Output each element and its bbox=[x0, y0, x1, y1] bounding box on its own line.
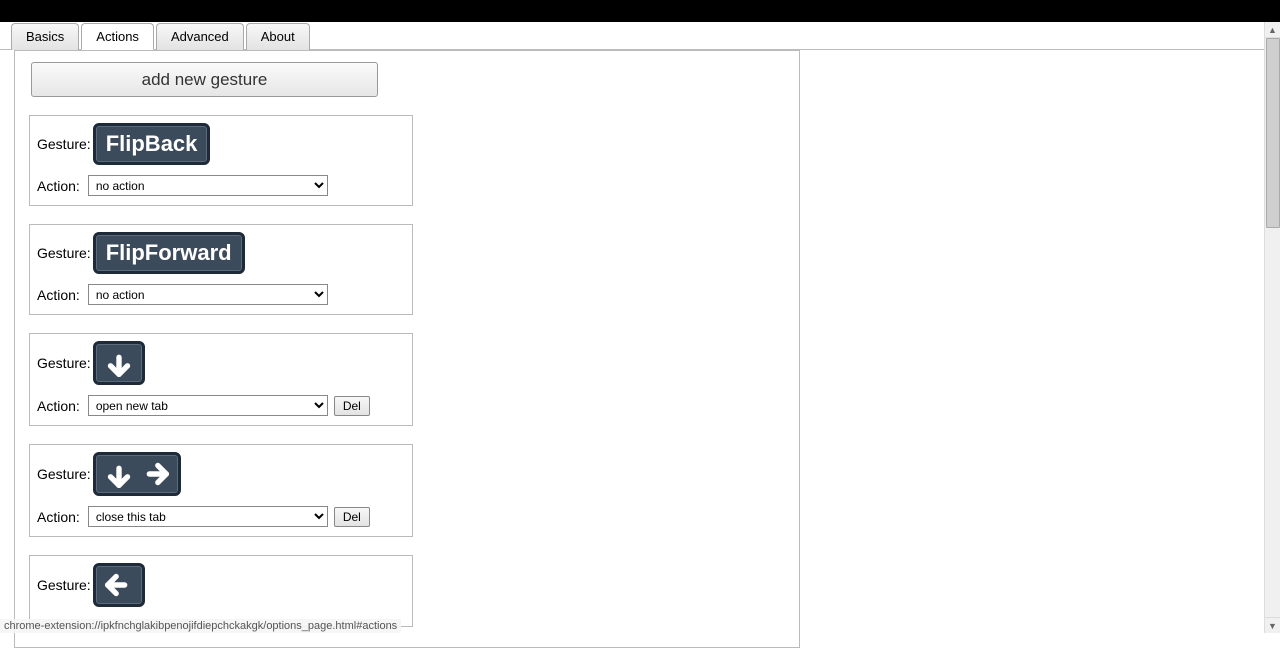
gesture-box: Gesture: Action: no actionopen new tabclos… bbox=[29, 444, 413, 537]
gesture-badge[interactable] bbox=[93, 563, 145, 607]
tab-basics[interactable]: Basics bbox=[11, 23, 79, 50]
arrow-down-icon bbox=[102, 457, 136, 491]
actions-panel: add new gesture Gesture:FlipBackAction:n… bbox=[14, 50, 800, 648]
gesture-badge[interactable]: FlipBack bbox=[93, 123, 211, 165]
gesture-row: Gesture: bbox=[37, 452, 405, 496]
gesture-box: Gesture: bbox=[29, 555, 413, 627]
gesture-row: Gesture: bbox=[37, 563, 405, 607]
action-label: Action: bbox=[37, 398, 80, 414]
top-black-bar bbox=[0, 0, 1280, 22]
gesture-label: Gesture: bbox=[37, 355, 91, 371]
action-select[interactable]: no actionopen new tabclose this tab bbox=[88, 175, 328, 196]
arrow-left-icon bbox=[102, 568, 136, 602]
gesture-label: Gesture: bbox=[37, 466, 91, 482]
action-label: Action: bbox=[37, 509, 80, 525]
gesture-label: Gesture: bbox=[37, 245, 91, 261]
gesture-box: Gesture:FlipBack Action: no actionopen new… bbox=[29, 115, 413, 206]
gesture-label: Gesture: bbox=[37, 136, 91, 152]
gesture-badge[interactable]: FlipForward bbox=[93, 232, 245, 274]
scroll-down-arrow-icon[interactable]: ▼ bbox=[1265, 617, 1280, 633]
tab-strip: BasicsActionsAdvancedAbout bbox=[0, 22, 1280, 50]
gesture-badge[interactable] bbox=[93, 452, 181, 496]
delete-button[interactable]: Del bbox=[334, 507, 370, 527]
scroll-thumb[interactable] bbox=[1266, 38, 1280, 228]
action-label: Action: bbox=[37, 287, 80, 303]
gesture-box: Gesture: Action: no actionopen new tabclos… bbox=[29, 333, 413, 426]
scroll-up-arrow-icon[interactable]: ▲ bbox=[1265, 22, 1280, 38]
action-row: Action: no actionopen new tabclose this t… bbox=[37, 284, 405, 305]
action-row: Action: no actionopen new tabclose this t… bbox=[37, 175, 405, 196]
action-row: Action: no actionopen new tabclose this t… bbox=[37, 395, 405, 416]
tab-about[interactable]: About bbox=[246, 23, 310, 50]
action-label: Action: bbox=[37, 178, 80, 194]
action-select[interactable]: no actionopen new tabclose this tab bbox=[88, 284, 328, 305]
arrow-right-icon bbox=[138, 457, 172, 491]
tab-advanced[interactable]: Advanced bbox=[156, 23, 244, 50]
add-gesture-button[interactable]: add new gesture bbox=[31, 62, 378, 97]
gesture-box: Gesture:FlipForward Action: no actionopen … bbox=[29, 224, 413, 315]
tab-actions[interactable]: Actions bbox=[81, 23, 154, 50]
action-select[interactable]: no actionopen new tabclose this tab bbox=[88, 395, 328, 416]
gesture-row: Gesture:FlipForward bbox=[37, 232, 405, 274]
gesture-label: Gesture: bbox=[37, 577, 91, 593]
gesture-row: Gesture: bbox=[37, 341, 405, 385]
action-select[interactable]: no actionopen new tabclose this tab bbox=[88, 506, 328, 527]
gesture-row: Gesture:FlipBack bbox=[37, 123, 405, 165]
scrollbar[interactable]: ▲ ▼ bbox=[1264, 22, 1280, 633]
status-bar: chrome-extension://ipkfnchglakibpenojifd… bbox=[0, 619, 401, 633]
action-row: Action: no actionopen new tabclose this t… bbox=[37, 506, 405, 527]
arrow-down-icon bbox=[102, 346, 136, 380]
gesture-badge[interactable] bbox=[93, 341, 145, 385]
delete-button[interactable]: Del bbox=[334, 396, 370, 416]
